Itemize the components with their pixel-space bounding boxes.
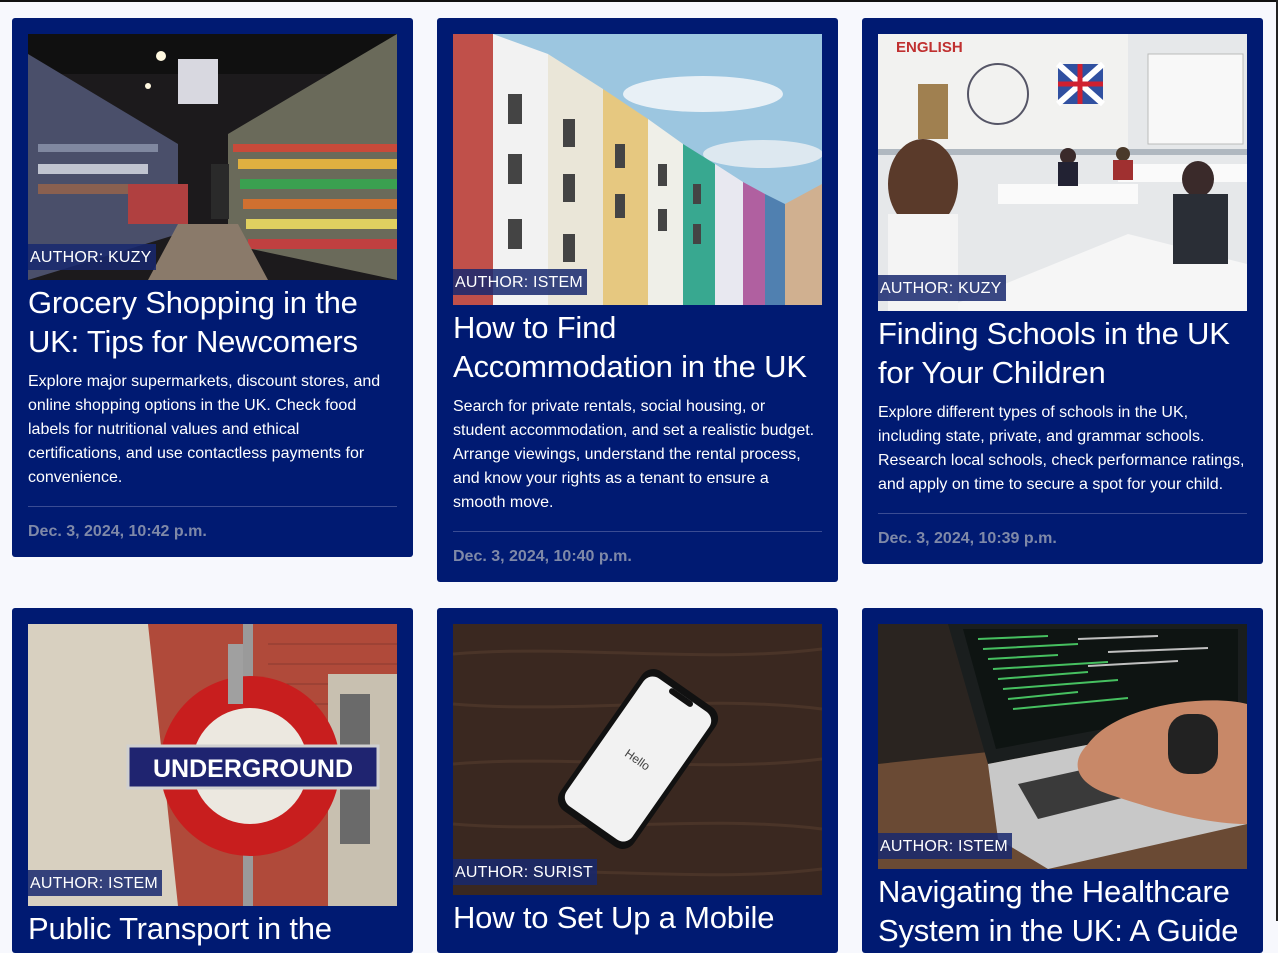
card-image[interactable]: Hello AUTHOR: SURIST [453,624,822,895]
card-date: Dec. 3, 2024, 10:42 p.m. [28,523,207,540]
classroom-photo: ENGLISH [878,34,1247,311]
card-image[interactable]: UNDERGROUND AUTHOR: ISTEM [28,624,397,906]
card-author-badge: AUTHOR: ISTEM [453,269,587,295]
smartphone-photo: Hello [453,624,822,895]
blog-card[interactable]: Hello AUTHOR: SURIST How to Set Up a Mob… [437,608,838,953]
card-title[interactable]: Public Transport in the [28,909,397,948]
card-image[interactable]: AUTHOR: KUZY [28,34,397,280]
blog-card[interactable]: AUTHOR: ISTEM Navigating the Healthcare … [862,608,1263,953]
card-title[interactable]: Grocery Shopping in the UK: Tips for New… [28,283,397,361]
card-description: Explore different types of schools in th… [878,404,1245,493]
card-title[interactable]: How to Find Accommodation in the UK [453,308,822,386]
card-author-badge: AUTHOR: ISTEM [28,870,162,896]
card-title[interactable]: How to Set Up a Mobile [453,898,822,937]
card-image[interactable]: AUTHOR: ISTEM [878,624,1247,869]
card-image[interactable]: ENGLISH AUTHOR: KUZY [878,34,1247,311]
blog-card-grid: AUTHOR: KUZY Grocery Shopping in the UK:… [0,0,1278,953]
card-author-badge: AUTHOR: KUZY [28,244,156,270]
blog-card[interactable]: AUTHOR: ISTEM How to Find Accommodation … [437,18,838,582]
card-divider [28,506,397,507]
underground-sign-photo: UNDERGROUND [28,624,397,906]
card-divider [453,531,822,532]
card-author-badge: AUTHOR: ISTEM [878,833,1012,859]
card-description: Search for private rentals, social housi… [453,398,815,511]
card-description: Explore major supermarkets, discount sto… [28,373,381,486]
mural-text: ENGLISH [896,39,963,56]
card-author-badge: AUTHOR: KUZY [878,275,1006,301]
blog-card[interactable]: AUTHOR: KUZY Grocery Shopping in the UK:… [12,18,413,557]
card-title[interactable]: Finding Schools in the UK for Your Child… [878,314,1247,392]
blog-card[interactable]: ENGLISH AUTHOR: KUZY Finding Schools in … [862,18,1263,564]
card-image[interactable]: AUTHOR: ISTEM [453,34,822,305]
terraced-houses-photo [453,34,822,305]
card-title[interactable]: Navigating the Healthcare System in the … [878,872,1247,950]
blog-card[interactable]: UNDERGROUND AUTHOR: ISTEM Public Transpo… [12,608,413,953]
card-author-badge: AUTHOR: SURIST [453,859,597,885]
card-date: Dec. 3, 2024, 10:39 p.m. [878,530,1057,547]
card-divider [878,513,1247,514]
underground-sign-text: UNDERGROUND [153,755,353,783]
card-date: Dec. 3, 2024, 10:40 p.m. [453,548,632,565]
